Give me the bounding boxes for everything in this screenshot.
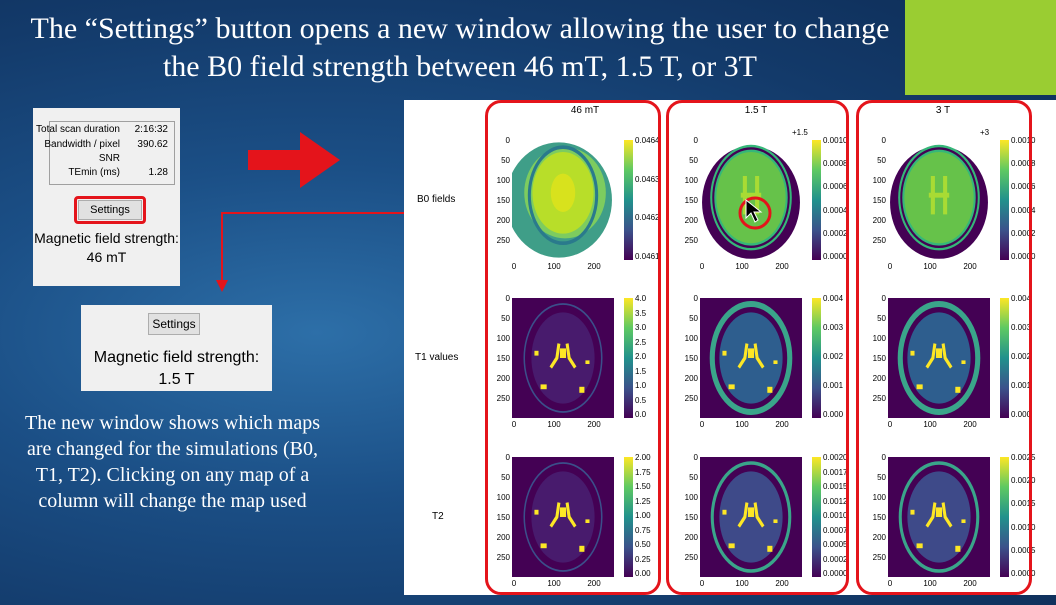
- big-red-arrow: [248, 132, 340, 188]
- connector-arrowhead: [216, 280, 228, 292]
- row-label-t1: T1 values: [415, 352, 459, 363]
- column-highlight-3T[interactable]: [856, 100, 1032, 595]
- row-label-t2: T2: [432, 511, 444, 522]
- mouse-pointer-icon: [745, 198, 763, 223]
- column-highlight-1.5T[interactable]: [666, 100, 849, 595]
- column-highlight-46mT[interactable]: [485, 100, 661, 595]
- cursor-highlight: [738, 196, 772, 230]
- row-label-b0: B0 fields: [417, 194, 456, 205]
- field-maps-window: 46 mT 1.5 T 3 T B0 fields T1 values T2 0…: [404, 100, 1056, 595]
